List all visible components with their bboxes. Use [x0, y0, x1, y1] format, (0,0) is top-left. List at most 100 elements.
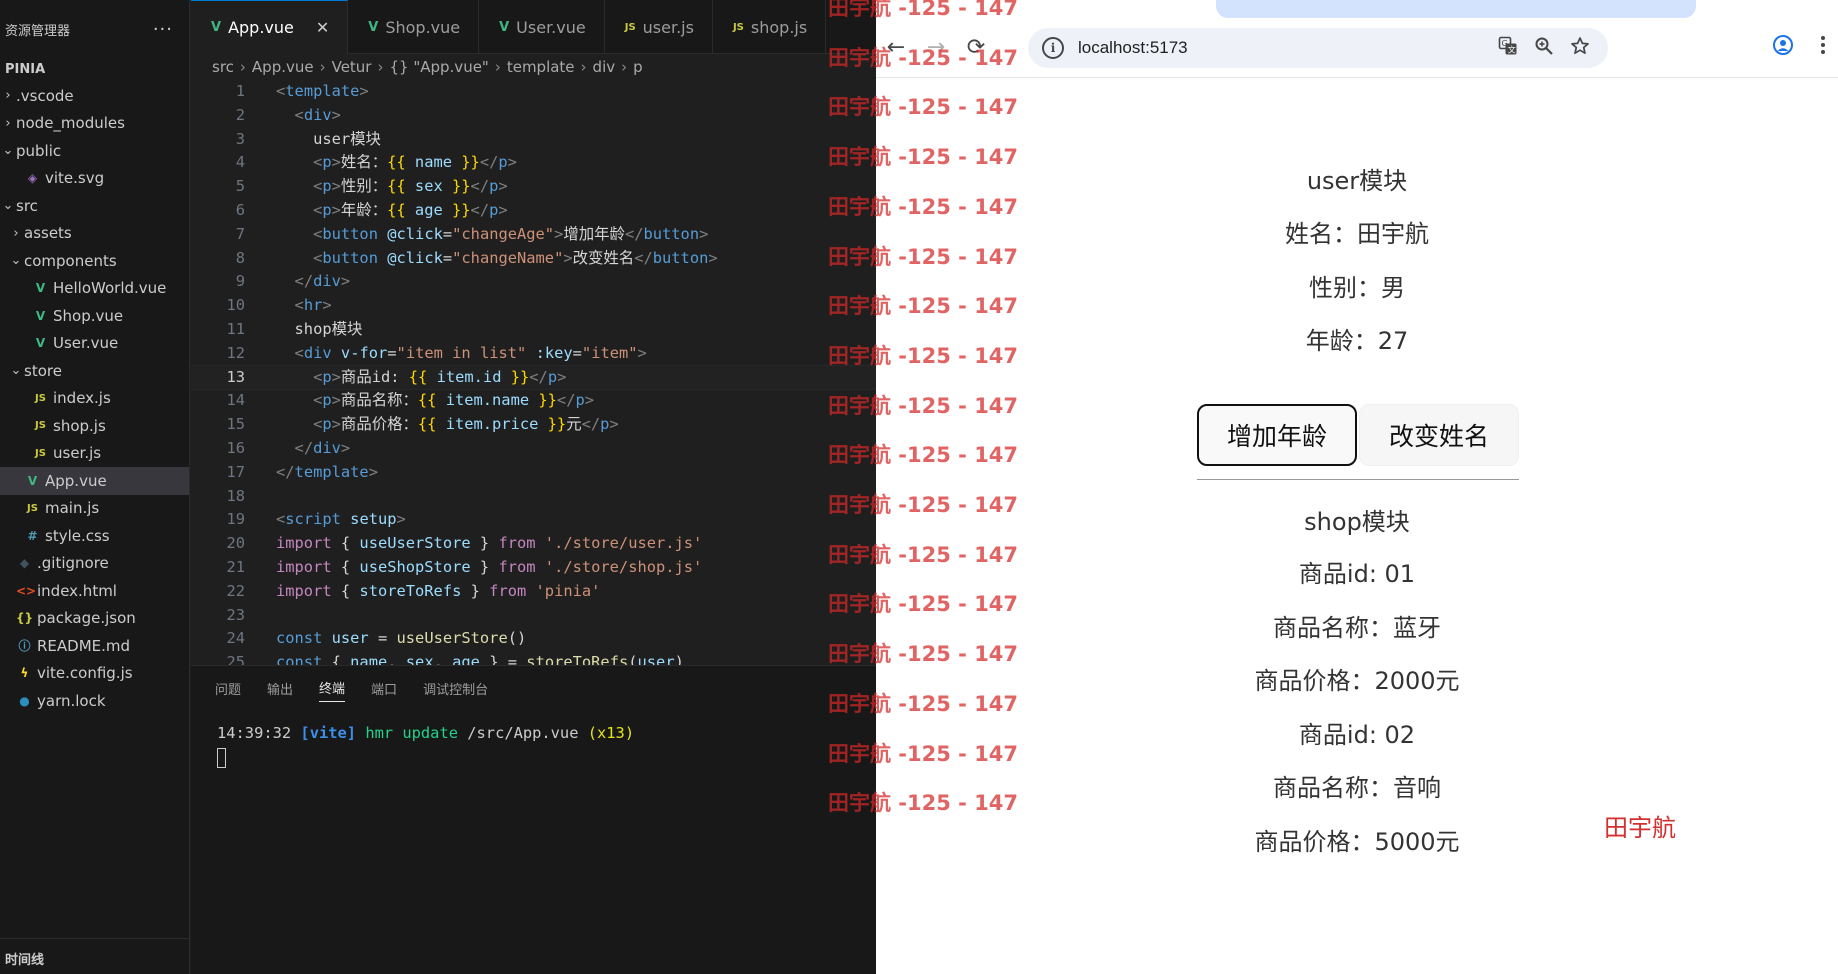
browser-menu-icon[interactable]	[1820, 34, 1826, 61]
zoom-icon[interactable]	[1534, 36, 1554, 61]
breadcrumb-item[interactable]: src	[212, 58, 234, 76]
code-token: p	[489, 177, 499, 196]
tree-item[interactable]: › .vscode	[0, 82, 189, 110]
line-number: 23	[226, 605, 245, 624]
site-info-icon[interactable]: i	[1042, 37, 1064, 59]
tree-item[interactable]: {} package.json	[0, 605, 189, 633]
code-token: {	[322, 653, 351, 665]
code-line[interactable]: 12 <div v-for="item in list" :key="item"…	[191, 342, 876, 366]
code-line[interactable]: 19 <script setup>	[191, 508, 876, 532]
tree-item[interactable]: ⌄ store	[0, 357, 189, 385]
timeline-section[interactable]: 时间线	[0, 938, 190, 974]
code-text: <button @click="changeAge">增加年龄</button>	[245, 223, 708, 247]
url-text[interactable]: localhost:5173	[1078, 38, 1188, 58]
translate-icon[interactable]: G文	[1498, 36, 1518, 61]
code-line[interactable]: 7 <button @click="changeAge">增加年龄</butto…	[191, 223, 876, 247]
code-line[interactable]: 18	[191, 485, 876, 509]
tree-item[interactable]: <> index.html	[0, 577, 189, 605]
panel-tab[interactable]: 终端	[319, 674, 346, 702]
tree-item[interactable]: # style.css	[0, 522, 189, 550]
tree-item[interactable]: ◈ vite.svg	[0, 165, 189, 193]
tree-item[interactable]: V User.vue	[0, 330, 189, 358]
forward-icon[interactable]: →	[916, 35, 956, 60]
code-line[interactable]: 8 <button @click="changeName">改变姓名</butt…	[191, 247, 876, 271]
editor-tab[interactable]: V Shop.vue	[348, 0, 480, 54]
panel-tab[interactable]: 问题	[215, 675, 241, 702]
tree-item[interactable]: V App.vue	[0, 467, 189, 495]
vue-file-icon: V	[211, 20, 222, 35]
code-line[interactable]: 17 </template>	[191, 461, 876, 485]
breadcrumb-item[interactable]: div	[593, 58, 616, 76]
breadcrumb-item[interactable]: template	[507, 58, 575, 76]
item-id-line: 商品id: 01	[1298, 560, 1416, 588]
editor-tab[interactable]: V User.vue	[479, 0, 605, 54]
code-line[interactable]: 1 <template>	[191, 80, 876, 104]
line-number: 24	[226, 629, 245, 648]
code-line[interactable]: 14 <p>商品名称：{{ item.name }}</p>	[191, 389, 876, 413]
code-token: {{	[387, 153, 415, 172]
tree-item[interactable]: JS shop.js	[0, 412, 189, 440]
tree-item[interactable]: ⌄ public	[0, 137, 189, 165]
terminal[interactable]: 14:39:32 [vite] hmr update /src/App.vue …	[191, 710, 876, 786]
tree-item[interactable]: ● yarn.lock	[0, 687, 189, 715]
editor-tab[interactable]: JS user.js	[605, 0, 713, 54]
panel-tab[interactable]: 输出	[267, 675, 293, 702]
code-token: >	[331, 177, 341, 196]
tree-item[interactable]: › assets	[0, 220, 189, 248]
change-name-button[interactable]: 改变姓名	[1359, 404, 1519, 466]
reload-icon[interactable]: ⟳	[956, 35, 996, 60]
code-line[interactable]: 2 <div>	[191, 104, 876, 128]
tree-item[interactable]: ⌄ src	[0, 192, 189, 220]
breadcrumb-item[interactable]: {} "App.vue"	[389, 58, 488, 76]
increase-age-button[interactable]: 增加年龄	[1197, 404, 1357, 466]
code-line[interactable]: 13 <p>商品id: {{ item.id }}</p>	[191, 364, 876, 391]
line-number: 11	[226, 319, 245, 338]
tree-item[interactable]: ⓘ README.md	[0, 632, 189, 660]
code-line[interactable]: 24 const user = useUserStore()	[191, 627, 876, 651]
code-line[interactable]: 16 </div>	[191, 437, 876, 461]
close-tab-icon[interactable]: ✕	[316, 18, 329, 37]
code-line[interactable]: 4 <p>姓名：{{ name }}</p>	[191, 151, 876, 175]
star-icon[interactable]	[1570, 36, 1590, 61]
code-line[interactable]: 25 const { name, sex, age } = storeToRefs…	[191, 651, 876, 665]
code-token: {{	[417, 391, 446, 410]
code-line[interactable]: 22 import { storeToRefs } from 'pinia'	[191, 580, 876, 604]
code-line[interactable]: 3 user模块	[191, 128, 876, 152]
code-line[interactable]: 5 <p>性别：{{ sex }}</p>	[191, 175, 876, 199]
code-editor[interactable]: 1 <template> 2 <div> 3 user模块 4 <p>姓名：{{ nam…	[191, 80, 876, 665]
tree-item[interactable]: ◆ .gitignore	[0, 550, 189, 578]
tree-item[interactable]: JS index.js	[0, 385, 189, 413]
breadcrumb-item[interactable]: App.vue	[252, 58, 314, 76]
back-icon[interactable]: ←	[876, 35, 916, 60]
browser-tab[interactable]	[1216, 0, 1696, 18]
code-line[interactable]: 11 shop模块	[191, 318, 876, 342]
code-line[interactable]: 23	[191, 604, 876, 628]
tree-item[interactable]: JS main.js	[0, 495, 189, 523]
profile-icon[interactable]	[1772, 34, 1794, 61]
breadcrumb-item[interactable]: Vetur	[332, 58, 372, 76]
breadcrumb-item[interactable]: p	[633, 58, 643, 76]
panel-tab[interactable]: 调试控制台	[423, 675, 488, 702]
code-line[interactable]: 10 <hr>	[191, 294, 876, 318]
more-actions-icon[interactable]: ···	[153, 19, 173, 40]
code-line[interactable]: 20 import { useUserStore } from './store/…	[191, 532, 876, 556]
workspace-root[interactable]: PINIA	[0, 58, 189, 82]
editor-tab[interactable]: V App.vue ✕	[191, 0, 349, 54]
tree-item[interactable]: › node_modules	[0, 110, 189, 138]
tree-item[interactable]: V Shop.vue	[0, 302, 189, 330]
address-bar[interactable]: i localhost:5173 G文	[1028, 28, 1608, 68]
code-line[interactable]: 21 import { useShopStore } from './store/…	[191, 556, 876, 580]
tree-item[interactable]: JS user.js	[0, 440, 189, 468]
panel-tab[interactable]: 端口	[371, 675, 397, 702]
tree-item[interactable]: ⌄ components	[0, 247, 189, 275]
editor-tab[interactable]: JS shop.js	[713, 0, 827, 54]
cfg-file-icon: ϟ	[20, 666, 29, 681]
code-line[interactable]: 6 <p>年龄：{{ age }}</p>	[191, 199, 876, 223]
tree-item[interactable]: V HelloWorld.vue	[0, 275, 189, 303]
code-line[interactable]: 15 <p>商品价格：{{ item.price }}元</p>	[191, 413, 876, 437]
tree-item[interactable]: ϟ vite.config.js	[0, 660, 189, 688]
code-token: </	[470, 177, 490, 196]
code-line[interactable]: 9 </div>	[191, 270, 876, 294]
